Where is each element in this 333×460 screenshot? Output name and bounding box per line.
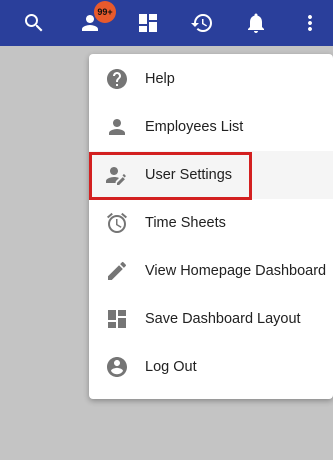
- menu-item-label: Help: [145, 71, 175, 87]
- menu-item-help[interactable]: Help: [89, 55, 333, 103]
- dashboard-icon[interactable]: [136, 11, 160, 35]
- menu-item-save-dashboard-layout[interactable]: Save Dashboard Layout: [89, 295, 333, 343]
- app-header: 99+: [0, 0, 333, 46]
- alarm-icon: [105, 211, 129, 235]
- user-edit-icon: [105, 163, 129, 187]
- menu-item-label: Save Dashboard Layout: [145, 311, 301, 327]
- notification-count-badge: 99+: [94, 1, 116, 23]
- menu-item-label: Time Sheets: [145, 215, 226, 231]
- menu-item-label: User Settings: [145, 167, 233, 183]
- dashboard-icon: [105, 307, 129, 331]
- edit-icon: [105, 259, 129, 283]
- notifications-icon[interactable]: [244, 11, 268, 35]
- more-vert-icon[interactable]: [298, 11, 322, 35]
- menu-item-label: Employees List: [145, 119, 244, 135]
- menu-item-user-settings[interactable]: User Settings: [89, 151, 333, 199]
- account-circle-icon: [105, 355, 129, 379]
- menu-item-view-homepage-dashboard[interactable]: View Homepage Dashboard: [89, 247, 333, 295]
- menu-item-employees-list[interactable]: Employees List: [89, 103, 333, 151]
- search-icon[interactable]: [22, 11, 46, 35]
- overflow-menu: Help Employees List User Settings Time S…: [89, 54, 333, 399]
- help-icon: [105, 67, 129, 91]
- person-icon: [105, 115, 129, 139]
- menu-item-label: Log Out: [145, 359, 197, 375]
- menu-item-label: View Homepage Dashboard: [145, 263, 327, 279]
- menu-item-log-out[interactable]: Log Out: [89, 343, 333, 391]
- history-icon[interactable]: [190, 11, 214, 35]
- menu-item-time-sheets[interactable]: Time Sheets: [89, 199, 333, 247]
